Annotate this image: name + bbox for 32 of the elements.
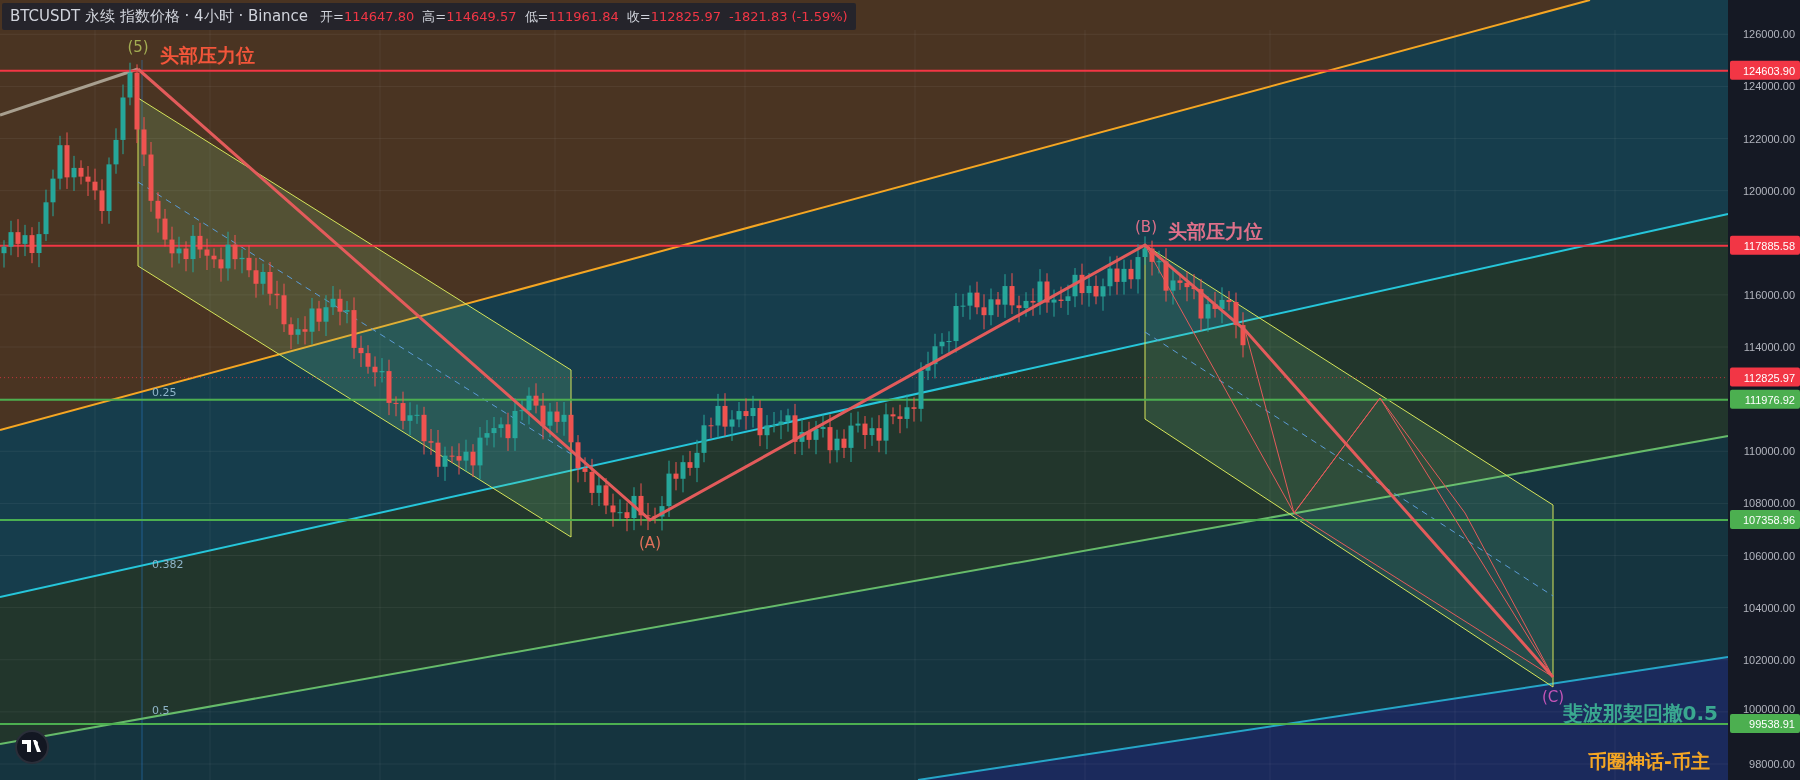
price-tick: 106000.00 bbox=[1743, 549, 1795, 562]
price-tick: 116000.00 bbox=[1743, 288, 1795, 301]
wave-label: (C) bbox=[1541, 688, 1565, 706]
ohlc-value: 高=114649.57 bbox=[422, 7, 517, 26]
ohlc-value: 低=111961.84 bbox=[524, 7, 619, 26]
fib-level-label: 0.5 bbox=[152, 704, 170, 717]
price-tick: 120000.00 bbox=[1743, 184, 1795, 197]
ohlc-value: 收=112825.97 bbox=[626, 7, 721, 26]
price-label: 107358.96 bbox=[1730, 510, 1800, 530]
price-tick: 108000.00 bbox=[1743, 497, 1795, 510]
price-tick: 100000.00 bbox=[1743, 702, 1795, 715]
price-tick: 102000.00 bbox=[1743, 653, 1795, 666]
price-change: -1821.83 (-1.59%) bbox=[728, 9, 848, 24]
wave-label: (B) bbox=[1135, 218, 1157, 236]
symbol-title: BTCUSDT 永续 指数价格 · 4小时 · Binance bbox=[10, 7, 309, 26]
ohlc-value: 开=114647.80 bbox=[320, 7, 415, 26]
price-tick: 110000.00 bbox=[1743, 445, 1795, 458]
price-tick: 104000.00 bbox=[1743, 601, 1795, 614]
author-signature: 币圈神话-币主 bbox=[1588, 750, 1710, 772]
price-tick: 122000.00 bbox=[1743, 132, 1795, 145]
price-tick: 114000.00 bbox=[1743, 341, 1795, 353]
fib-note: 斐波那契回撤0.5 bbox=[1562, 701, 1718, 725]
price-tick: 124000.00 bbox=[1743, 80, 1795, 93]
fib-level-label: 0.382 bbox=[152, 558, 184, 571]
tradingview-logo-icon[interactable] bbox=[15, 730, 49, 764]
resistance-label: 头部压力位 bbox=[1168, 220, 1263, 242]
resistance-label: 头部压力位 bbox=[160, 44, 255, 66]
fib-level-label: 0.25 bbox=[152, 386, 177, 399]
price-tick: 98000.00 bbox=[1749, 758, 1795, 770]
price-tick: 126000.00 bbox=[1743, 28, 1795, 41]
wave-label: (A) bbox=[639, 534, 661, 552]
wave-label: (5) bbox=[127, 38, 149, 56]
